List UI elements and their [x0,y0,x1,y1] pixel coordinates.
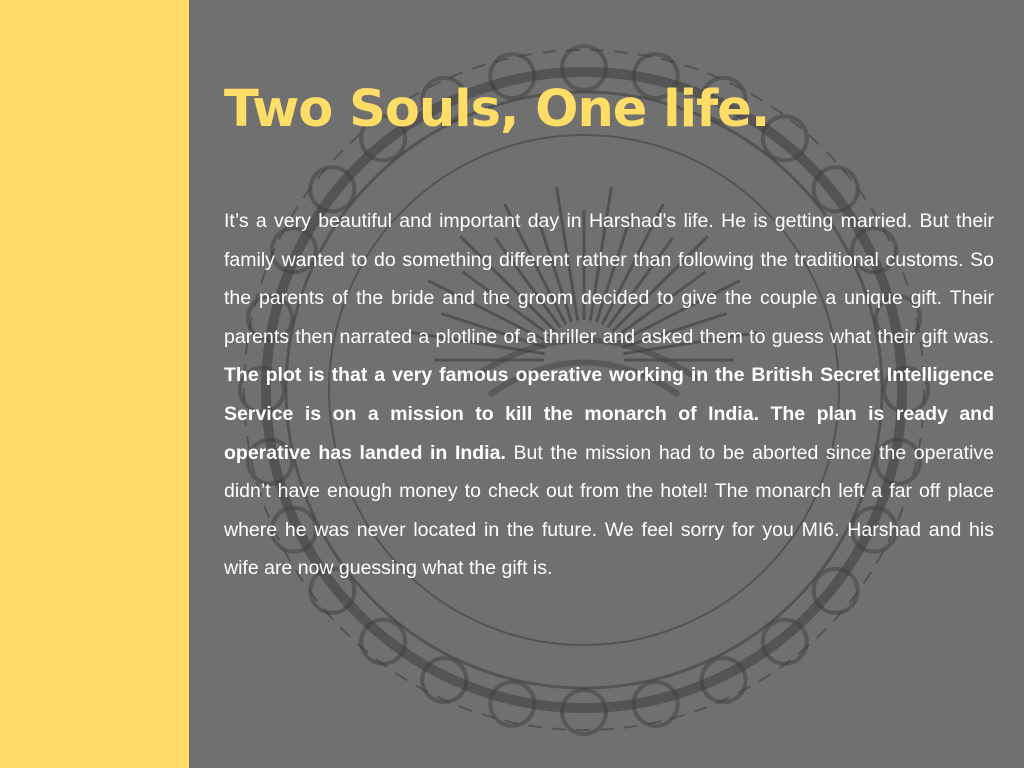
slide-title: Two Souls, One life. [224,80,770,139]
story-intro: It’s a very beautiful and important day … [224,210,994,348]
content-panel: Two Souls, One life. It’s a very beautif… [189,0,1024,768]
accent-sidebar [0,0,189,768]
story-paragraph: It’s a very beautiful and important day … [224,202,994,588]
slide: Two Souls, One life. It’s a very beautif… [0,0,1024,768]
